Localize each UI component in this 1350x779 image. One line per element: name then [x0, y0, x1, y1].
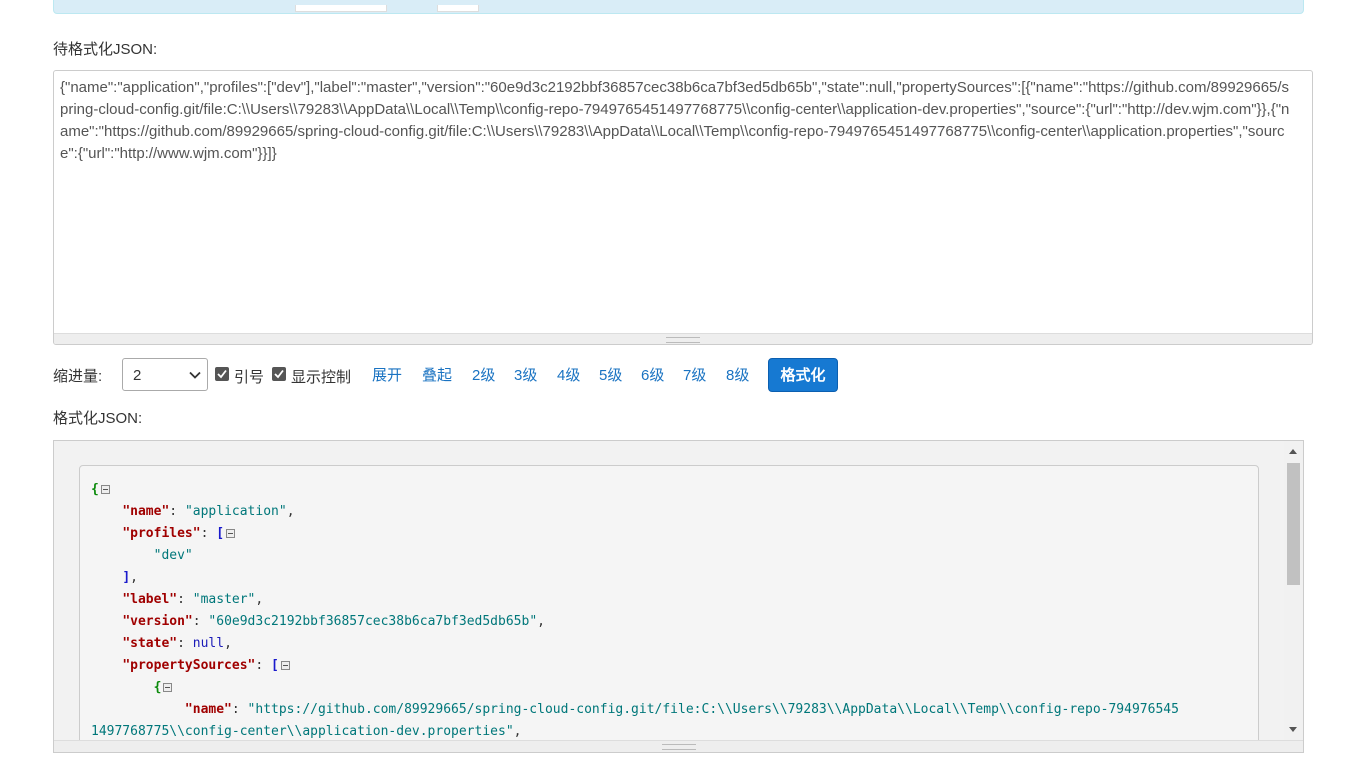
level-5-link[interactable]: 5级: [599, 364, 622, 385]
json-string: "dev": [153, 548, 193, 563]
json-key: "name": [184, 702, 232, 717]
textarea-resize-handle[interactable]: [54, 333, 1312, 344]
output-label: 格式化JSON:: [53, 410, 143, 427]
formatted-json-code: { "name": "application", "profiles": [ "…: [91, 482, 1179, 739]
json-key: "profiles": [122, 526, 201, 541]
collapse-toggle-icon[interactable]: [226, 529, 236, 538]
show-control-checkbox[interactable]: [272, 367, 286, 381]
format-toolbar: 缩进量: 2 引号 显示控制 展开 叠起 2级 3级 4级 5级 6级 7级 8…: [53, 358, 1311, 392]
level-8-link[interactable]: 8级: [726, 364, 749, 385]
collapse-toggle-icon[interactable]: [100, 485, 110, 494]
indent-value: 2: [133, 367, 142, 384]
raw-json-textarea[interactable]: {"name":"application","profiles":["dev"]…: [53, 70, 1313, 345]
json-string: "60e9d3c2192bbf36857cec38b6ca7bf3ed5db65…: [208, 614, 538, 629]
check-icon: [217, 369, 227, 379]
quotes-label: 引号: [234, 369, 265, 386]
input-label: 待格式化JSON:: [53, 41, 158, 58]
output-resize-handle[interactable]: [54, 740, 1303, 752]
json-key: "version": [122, 614, 193, 629]
panel-input-remnant: [295, 5, 387, 12]
collapse-link[interactable]: 叠起: [422, 364, 452, 385]
json-string: 1497768775\\config-center\\application-d…: [91, 724, 514, 739]
scrollbar-thumb[interactable]: [1287, 463, 1300, 585]
json-key: "label": [122, 592, 178, 607]
chevron-down-icon: [189, 371, 201, 379]
formatted-json-box: { "name": "application", "profiles": [ "…: [79, 465, 1259, 752]
formatted-output-panel: { "name": "application", "profiles": [ "…: [53, 440, 1304, 753]
level-3-link[interactable]: 3级: [514, 364, 537, 385]
scroll-up-icon[interactable]: [1289, 449, 1297, 454]
json-key: "name": [122, 504, 170, 519]
json-key: "state": [122, 636, 178, 651]
indent-select[interactable]: 2: [122, 358, 208, 391]
indent-label: 缩进量:: [53, 368, 103, 385]
raw-json-text[interactable]: {"name":"application","profiles":["dev"]…: [60, 77, 1296, 165]
expand-link[interactable]: 展开: [372, 364, 402, 385]
show-control-label: 显示控制: [291, 369, 352, 386]
level-2-link[interactable]: 2级: [472, 364, 495, 385]
panel-input-remnant: [437, 5, 479, 12]
collapse-toggle-icon[interactable]: [163, 683, 173, 692]
vertical-scrollbar[interactable]: [1284, 441, 1303, 740]
json-key: "propertySources": [122, 658, 256, 673]
top-info-panel: [53, 0, 1304, 14]
quotes-checkbox[interactable]: [215, 367, 229, 381]
json-string: "application": [184, 504, 287, 519]
level-4-link[interactable]: 4级: [557, 364, 580, 385]
level-6-link[interactable]: 6级: [641, 364, 664, 385]
json-string: "master": [192, 592, 256, 607]
scroll-down-icon[interactable]: [1289, 727, 1297, 732]
json-null: null: [192, 636, 225, 651]
level-7-link[interactable]: 7级: [683, 364, 706, 385]
collapse-toggle-icon[interactable]: [280, 661, 290, 670]
json-string: "https://github.com/89929665/spring-clou…: [247, 702, 1179, 717]
check-icon: [274, 369, 284, 379]
format-button[interactable]: 格式化: [768, 358, 838, 392]
